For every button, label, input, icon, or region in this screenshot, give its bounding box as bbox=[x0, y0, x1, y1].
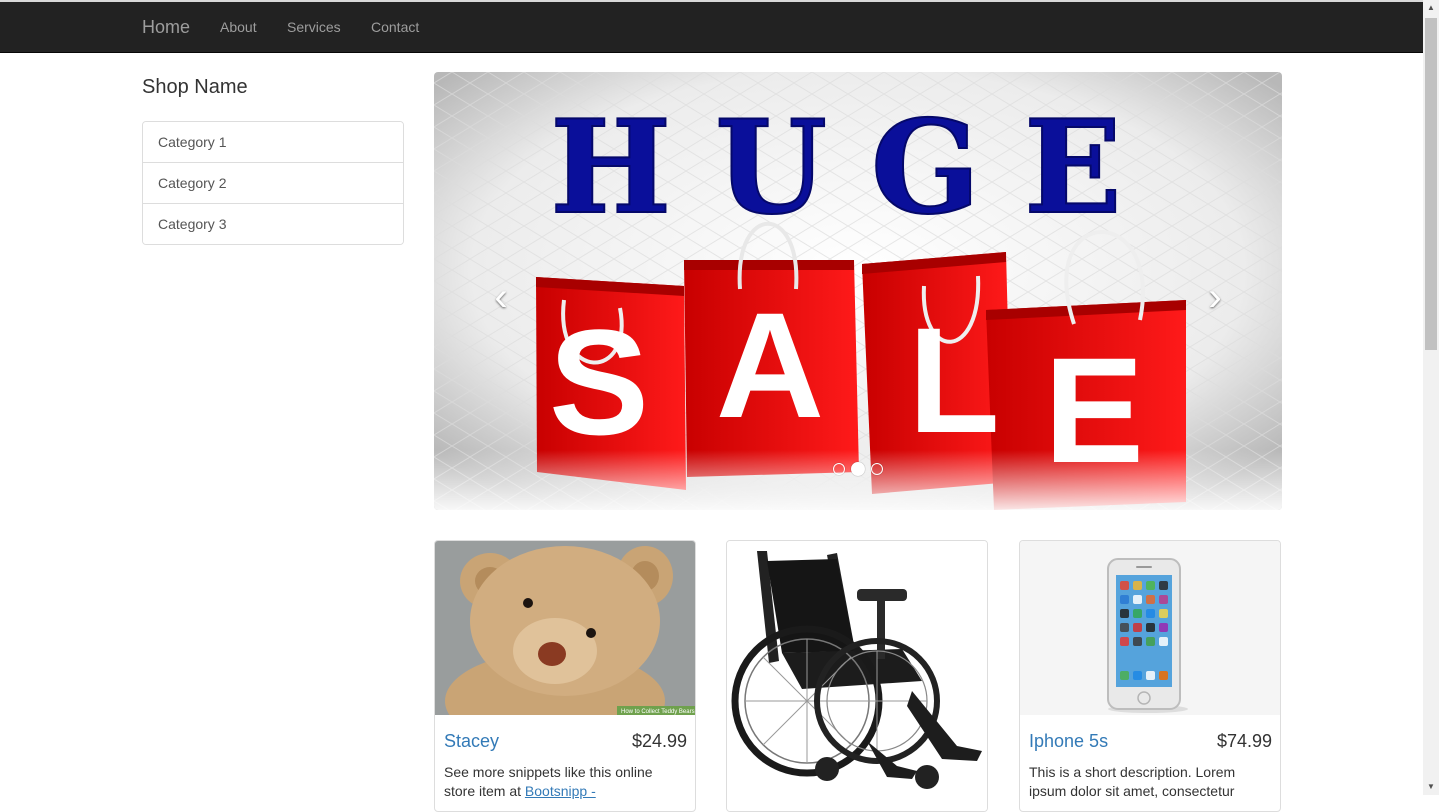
category-item-2[interactable]: Category 2 bbox=[143, 162, 403, 203]
watermark-text: How to Collect Teddy Bears bbox=[621, 709, 695, 715]
huge-text: HUGE bbox=[550, 93, 1165, 243]
page-scrollbar[interactable]: ▲ ▼ bbox=[1423, 0, 1439, 795]
carousel-prev-icon[interactable]: ‹ bbox=[476, 272, 526, 322]
navbar: Home About Services Contact bbox=[0, 2, 1423, 53]
teddy-bear-image[interactable]: How to Collect Teddy Bears bbox=[435, 541, 695, 715]
product-card-wheelchair bbox=[726, 540, 988, 812]
product-title-stacey[interactable]: Stacey bbox=[444, 731, 499, 752]
scrollbar-thumb[interactable] bbox=[1425, 18, 1437, 350]
product-description-stacey: See more snippets like this online store… bbox=[444, 763, 686, 801]
category-item-1[interactable]: Category 1 bbox=[143, 122, 403, 162]
product-price-stacey: $24.99 bbox=[631, 731, 687, 751]
nav-about-link[interactable]: About bbox=[220, 2, 257, 52]
bootsnipp-link[interactable]: Bootsnipp - bbox=[525, 783, 596, 799]
carousel-indicator-1[interactable] bbox=[833, 463, 845, 475]
scroll-up-icon[interactable]: ▲ bbox=[1423, 0, 1439, 16]
nav-services-link[interactable]: Services bbox=[287, 2, 341, 52]
sale-letter-l: L bbox=[908, 296, 1000, 464]
nav-home-link[interactable]: Home bbox=[142, 2, 190, 52]
sale-banner-image: HUGE S A L E bbox=[434, 72, 1282, 510]
nav-contact-link[interactable]: Contact bbox=[371, 2, 419, 52]
carousel-indicators bbox=[434, 462, 1282, 476]
iphone-image[interactable] bbox=[1020, 541, 1280, 715]
sale-letter-a: A bbox=[716, 281, 824, 449]
carousel: HUGE S A L E ‹ › bbox=[434, 72, 1282, 510]
category-list: Category 1 Category 2 Category 3 bbox=[142, 121, 404, 245]
carousel-indicator-2[interactable] bbox=[851, 462, 865, 476]
category-item-3[interactable]: Category 3 bbox=[143, 203, 403, 244]
product-title-iphone[interactable]: Iphone 5s bbox=[1029, 731, 1108, 752]
product-card-iphone: Iphone 5s $74.99 This is a short descrip… bbox=[1019, 540, 1281, 812]
carousel-indicator-3[interactable] bbox=[871, 463, 883, 475]
carousel-next-icon[interactable]: › bbox=[1190, 272, 1240, 322]
product-card-stacey: How to Collect Teddy Bears Stacey $24.99… bbox=[434, 540, 696, 812]
wheelchair-image[interactable] bbox=[727, 541, 987, 811]
product-price-iphone: $74.99 bbox=[1216, 731, 1272, 751]
product-description-iphone: This is a short description. Lorem ipsum… bbox=[1029, 764, 1236, 799]
scroll-down-icon[interactable]: ▼ bbox=[1423, 779, 1439, 795]
shop-name-heading: Shop Name bbox=[142, 76, 248, 98]
sale-letter-s: S bbox=[549, 298, 649, 466]
